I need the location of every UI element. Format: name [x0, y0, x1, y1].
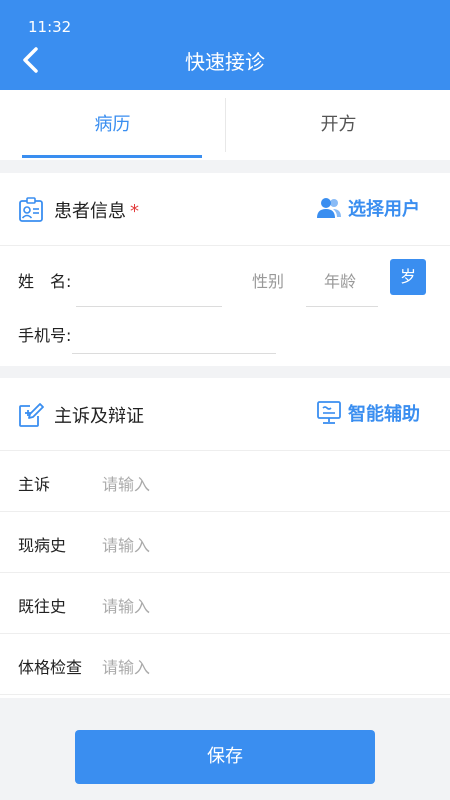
- patient-info-title: 患者信息 *: [54, 197, 139, 223]
- past-history-row[interactable]: 既往史 请输入: [0, 573, 450, 634]
- app-header: 11:32 快速接诊: [0, 0, 450, 90]
- gender-select[interactable]: 性别: [252, 268, 284, 292]
- name-label: 姓 名:: [18, 272, 72, 291]
- id-card-icon: [18, 197, 44, 223]
- select-user-label: 选择用户: [348, 199, 420, 220]
- physical-exam-label: 体格检查: [18, 658, 83, 677]
- smart-assist-button[interactable]: 智能辅助: [316, 400, 420, 426]
- tab-bar: 病历 开方: [0, 90, 450, 160]
- past-history-label: 既往史: [18, 597, 67, 616]
- status-time: 11:32: [28, 18, 72, 36]
- tab-medical-record[interactable]: 病历: [0, 90, 225, 160]
- patient-info-header: 患者信息 * 选择用户: [0, 173, 450, 246]
- patient-info-title-text: 患者信息: [54, 201, 126, 222]
- patient-info-card: 患者信息 * 选择用户 姓 名: 性别 年龄 岁 手机号:: [0, 173, 450, 366]
- complaint-title: 主诉及辩证: [54, 406, 144, 427]
- complaint-card: 主诉及辩证 智能辅助 主诉 请输入 现病史 请输入 既往史 请输入 体格检查 请…: [0, 378, 450, 698]
- physical-exam-row[interactable]: 体格检查 请输入: [0, 634, 450, 695]
- page-title: 快速接诊: [185, 50, 265, 74]
- phone-label: 手机号:: [18, 326, 72, 345]
- tab-prescription[interactable]: 开方: [226, 90, 450, 160]
- select-user-button[interactable]: 选择用户: [316, 195, 420, 221]
- age-input-placeholder: 年龄: [324, 272, 357, 291]
- age-input[interactable]: [306, 306, 378, 307]
- present-illness-label: 现病史: [18, 536, 67, 555]
- complaint-header: 主诉及辩证 智能辅助: [0, 378, 450, 451]
- present-illness-row[interactable]: 现病史 请输入: [0, 512, 450, 573]
- chief-complaint-label: 主诉: [18, 475, 51, 494]
- save-button[interactable]: 保存: [75, 730, 375, 784]
- physical-exam-input[interactable]: 请输入: [102, 654, 150, 678]
- chief-complaint-row[interactable]: 主诉 请输入: [0, 451, 450, 512]
- phone-input[interactable]: [72, 353, 276, 354]
- assistant-screen-icon: [317, 401, 341, 424]
- users-icon: [317, 198, 341, 218]
- edit-plus-icon: [18, 402, 44, 428]
- name-input[interactable]: [76, 306, 222, 307]
- age-unit-button[interactable]: 岁: [390, 259, 426, 295]
- required-mark: *: [130, 201, 139, 222]
- active-tab-indicator: [22, 155, 202, 158]
- past-history-input[interactable]: 请输入: [102, 593, 150, 617]
- chief-complaint-input[interactable]: 请输入: [102, 471, 150, 495]
- smart-assist-label: 智能辅助: [348, 404, 420, 425]
- present-illness-input[interactable]: 请输入: [102, 532, 150, 556]
